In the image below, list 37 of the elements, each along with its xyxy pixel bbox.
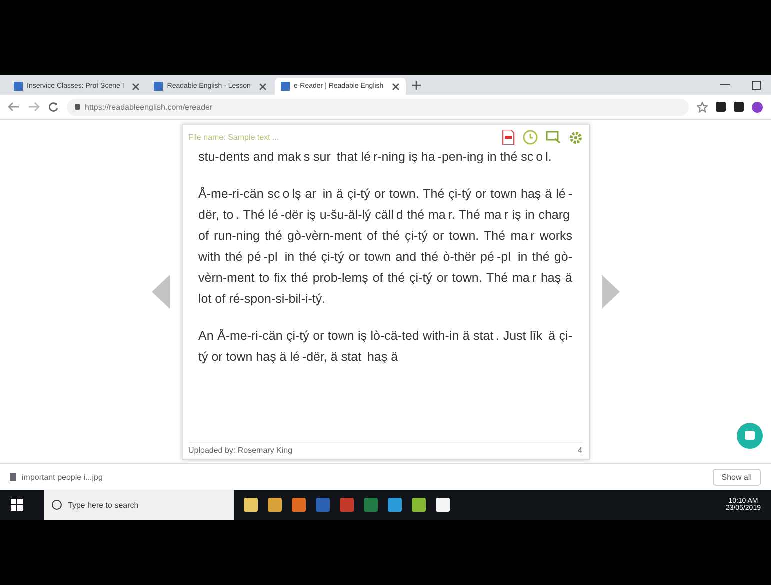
uploader-label: Uploaded by: Rosemary King — [188, 446, 293, 454]
page-icon — [14, 82, 23, 91]
page-icon — [154, 82, 164, 91]
new-tab-icon[interactable] — [412, 80, 421, 90]
settings-icon[interactable] — [568, 130, 582, 144]
search-icon — [52, 500, 62, 510]
reload-icon[interactable] — [48, 102, 59, 112]
page-icon — [280, 82, 290, 91]
file-name: File name: Sample text ... — [188, 133, 280, 142]
reader-paragraph: An Å-me-ri-cän çi-tý or town iş lò-cä-ted with-in ä stat . Just līk ä çi-tý or town haş ä lé -dër, ä stat haş ä — [198, 328, 572, 366]
close-icon[interactable] — [258, 82, 267, 90]
file-icon — [10, 473, 16, 481]
close-icon[interactable] — [392, 82, 400, 90]
chat-button[interactable] — [737, 423, 763, 449]
taskbar-search-field[interactable]: Type here to search — [44, 490, 234, 520]
lock-icon — [75, 104, 80, 110]
clock-icon[interactable] — [522, 130, 538, 145]
page-number: 4 — [578, 446, 582, 454]
download-item[interactable]: important people i...jpg — [10, 472, 103, 482]
reader-paragraph: Å-me-ri-cän sc o lş ar in ä çi-tý or town. Thé çi-tý or town haş ä lé -dër, to . Thé lé -dër iş u-šu-äl-lý cäll d thé ma r. Thé ma r iş in charg of run-ning thé gò-vèrn-ment of thé çi-tý or town. Thé ma r works with thé pé -pl in thé çi-tý or town and thé ò-thër pé -pl in thé gò-vèrn-ment to fix thé prob-lemş of thé çi-tý or town. Thé ma r haş ä lot of ré-spon-si-bil-i-tý. — [198, 186, 572, 308]
pdf-icon[interactable] — [502, 130, 514, 145]
app-icon[interactable] — [412, 498, 426, 512]
star-icon[interactable] — [697, 102, 708, 112]
next-page-arrow[interactable] — [602, 274, 620, 308]
profile-avatar[interactable] — [752, 102, 763, 112]
show-all-button[interactable]: Show all — [712, 468, 761, 486]
app-icon[interactable] — [388, 498, 402, 512]
previous-page-arrow[interactable] — [152, 274, 170, 308]
reader-paragraph: stu-dents and mak s sur that lé r-ning iş ha -pen-ing in thé sc o l. — [198, 148, 553, 166]
chat-icon — [744, 430, 756, 442]
minimize-icon[interactable] — [720, 84, 730, 86]
maximize-icon[interactable] — [752, 80, 761, 90]
close-icon[interactable] — [132, 82, 140, 90]
address-field[interactable]: https://readableenglish.com/ereader — [67, 98, 689, 116]
forward-icon[interactable] — [28, 102, 40, 112]
app-icon[interactable] — [436, 498, 450, 512]
back-icon[interactable] — [8, 102, 20, 112]
